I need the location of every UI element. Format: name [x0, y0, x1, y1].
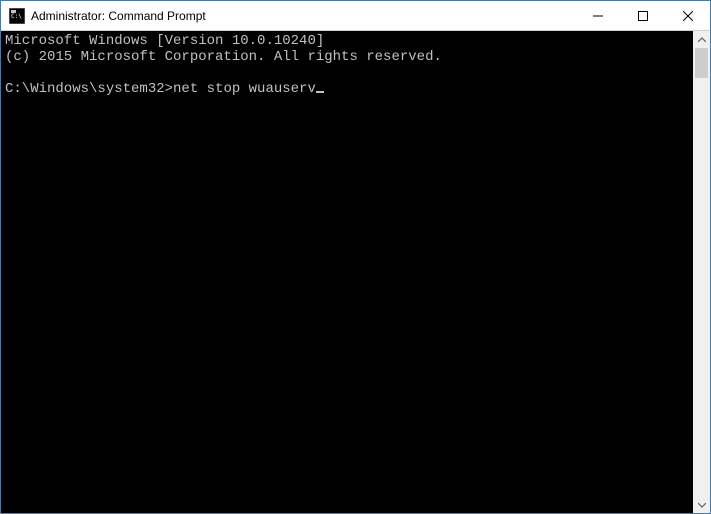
chevron-up-icon	[698, 36, 706, 44]
terminal-output[interactable]: Microsoft Windows [Version 10.0.10240] (…	[1, 31, 693, 513]
maximize-icon	[638, 11, 648, 21]
scrollbar-track[interactable]	[693, 48, 710, 496]
chevron-down-icon	[698, 501, 706, 509]
vertical-scrollbar[interactable]	[693, 31, 710, 513]
scroll-down-button[interactable]	[693, 496, 710, 513]
titlebar[interactable]: C:\ Administrator: Command Prompt	[1, 1, 710, 31]
window-title: Administrator: Command Prompt	[31, 9, 575, 23]
version-line: Microsoft Windows [Version 10.0.10240]	[5, 33, 324, 49]
close-icon	[683, 11, 693, 21]
command-text: net stop wuauserv	[173, 81, 316, 97]
cursor	[316, 91, 324, 93]
svg-text:C:\: C:\	[11, 13, 22, 20]
window-controls	[575, 1, 710, 30]
cmd-icon: C:\	[9, 8, 25, 24]
minimize-icon	[593, 11, 603, 21]
scrollbar-thumb[interactable]	[695, 48, 708, 78]
content-area: Microsoft Windows [Version 10.0.10240] (…	[1, 31, 710, 513]
maximize-button[interactable]	[620, 1, 665, 30]
minimize-button[interactable]	[575, 1, 620, 30]
scroll-up-button[interactable]	[693, 31, 710, 48]
copyright-line: (c) 2015 Microsoft Corporation. All righ…	[5, 49, 442, 65]
command-prompt-window: C:\ Administrator: Command Prompt	[0, 0, 711, 514]
prompt-text: C:\Windows\system32>	[5, 81, 173, 97]
close-button[interactable]	[665, 1, 710, 30]
